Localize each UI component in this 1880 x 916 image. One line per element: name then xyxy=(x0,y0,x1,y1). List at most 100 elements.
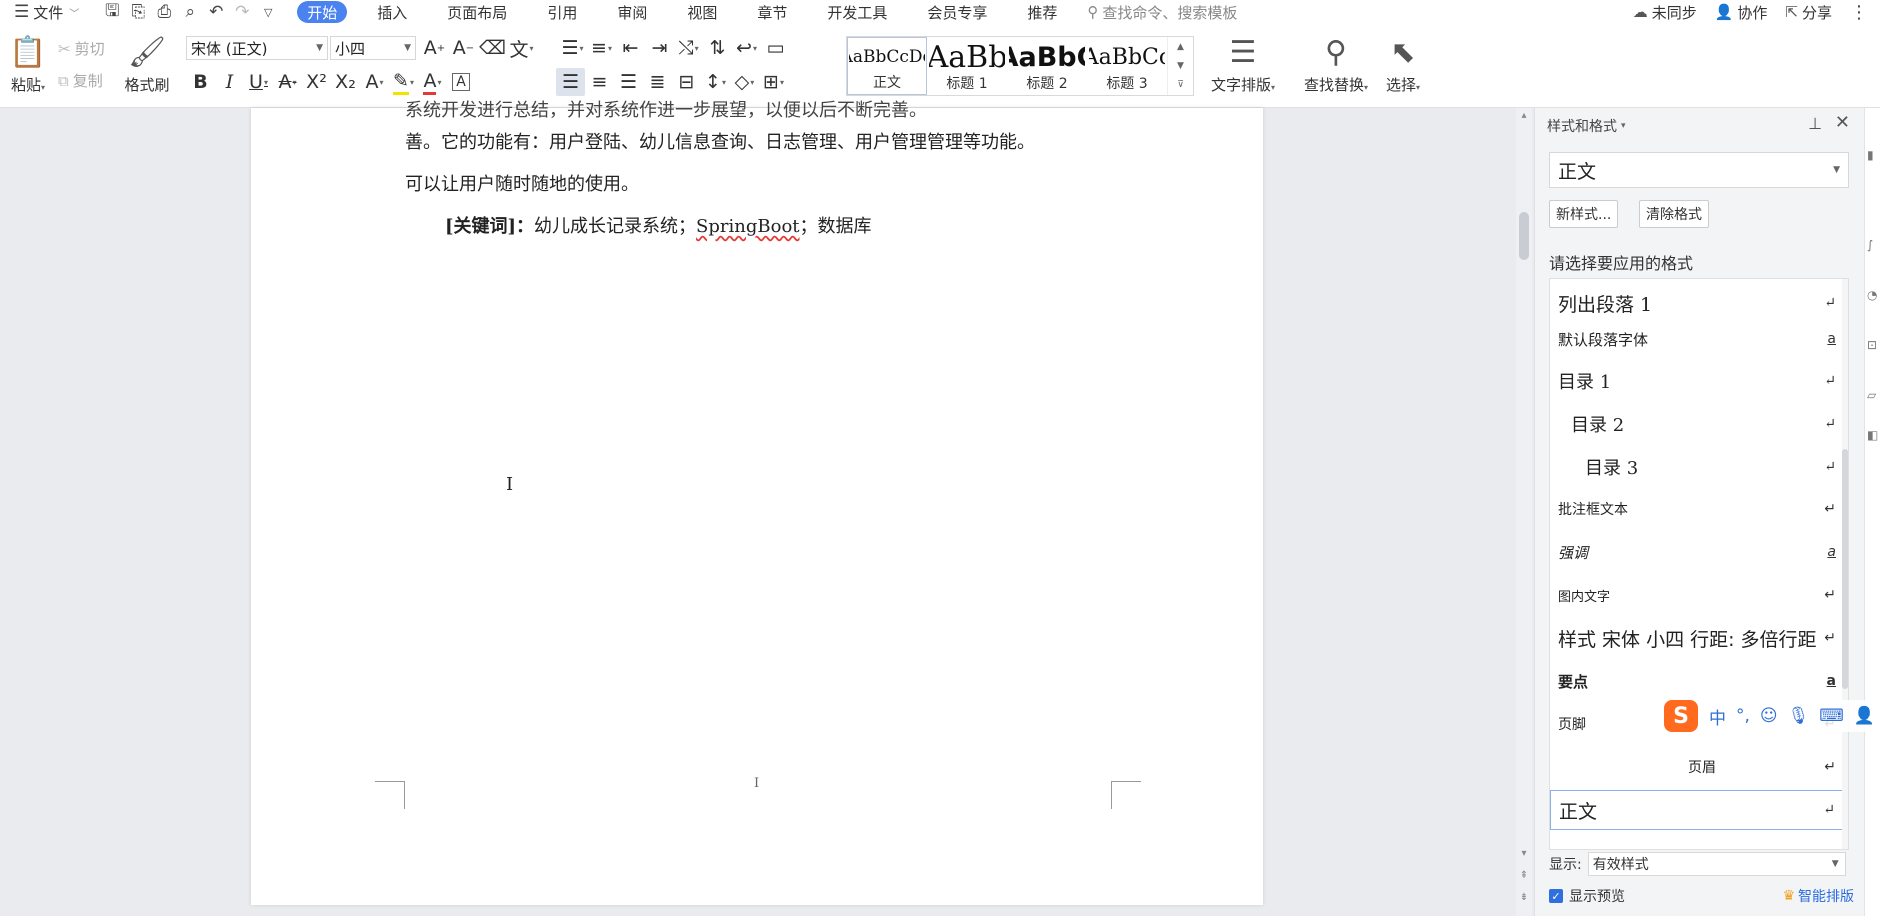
font-color-icon[interactable]: A ▾ xyxy=(418,68,447,96)
pin-icon[interactable]: ⊥ xyxy=(1808,114,1822,133)
side-tool-icon[interactable]: ◔ xyxy=(1867,288,1877,302)
tab-view[interactable]: 视图 xyxy=(667,0,737,24)
print-icon[interactable]: ⎙ xyxy=(151,0,177,24)
side-tool-icon[interactable]: ▱ xyxy=(1867,388,1876,402)
decrease-indent-icon[interactable]: ⇤ xyxy=(616,34,645,62)
sync-button[interactable]: ☁ 未同步 xyxy=(1633,2,1697,23)
style-heading2[interactable]: AaBbC 标题 2 xyxy=(1007,37,1087,95)
list-item[interactable]: 默认段落字体 a xyxy=(1550,319,1846,359)
line-break-icon[interactable]: ↩ ▾ xyxy=(732,34,761,62)
list-item[interactable]: 列出段落 1 ↵ xyxy=(1550,283,1846,323)
underline-icon[interactable]: U ▾ xyxy=(244,68,273,96)
phonetic-icon[interactable]: 文 ▾ xyxy=(507,34,536,62)
tab-page-layout[interactable]: 页面布局 xyxy=(427,0,527,24)
line-spacing-icon[interactable]: ↕ ▾ xyxy=(701,68,730,96)
superscript-icon[interactable]: X² xyxy=(302,68,331,96)
highlight-icon[interactable]: ✎ ▾ xyxy=(389,68,418,96)
tab-recommend[interactable]: 推荐 xyxy=(1007,0,1077,24)
italic-icon[interactable]: I xyxy=(215,68,244,96)
bullet-list-icon[interactable]: ☰ ▾ xyxy=(558,34,587,62)
current-style-select[interactable]: 正文 ▼ xyxy=(1549,152,1849,188)
print-preview-icon[interactable]: ⌕ xyxy=(177,0,203,24)
list-item[interactable]: 页眉 ↵ xyxy=(1550,747,1846,787)
customize-icon[interactable]: ▽ xyxy=(255,0,281,24)
distribute-icon[interactable]: ⊟ xyxy=(672,68,701,96)
font-size-select[interactable]: 小四 ▼ xyxy=(330,36,416,60)
scroll-up-icon[interactable]: ▴ xyxy=(1516,110,1532,121)
sort-icon[interactable]: ⇅ xyxy=(703,34,732,62)
tab-section[interactable]: 章节 xyxy=(737,0,807,24)
save-as-icon[interactable]: ⎘ xyxy=(125,0,151,24)
style-heading1[interactable]: AaBb 标题 1 xyxy=(927,37,1007,95)
text-effect-icon[interactable]: A ▾ xyxy=(360,68,389,96)
save-icon[interactable]: 🖫 xyxy=(99,0,125,24)
text-direction-icon[interactable]: ⤭ ▾ xyxy=(674,34,703,62)
document-scrollbar[interactable]: ▴ ▾ ⇞ ⇟ xyxy=(1516,108,1532,916)
style-heading3[interactable]: AaBbCc 标题 3 xyxy=(1087,37,1167,95)
increase-indent-icon[interactable]: ⇥ xyxy=(645,34,674,62)
list-item[interactable]: 目录 3 ↵ xyxy=(1550,447,1846,487)
tab-insert[interactable]: 插入 xyxy=(357,0,427,24)
show-filter-select[interactable]: 有效样式 ▼ xyxy=(1587,852,1846,876)
more-icon[interactable]: ⋮ xyxy=(1850,2,1868,23)
tab-references[interactable]: 引用 xyxy=(527,0,597,24)
select-button[interactable]: ⬉ 选择▾ xyxy=(1380,30,1426,95)
borders-icon[interactable]: ⊞ ▾ xyxy=(759,68,788,96)
chevron-up-icon[interactable]: ▲ xyxy=(1177,42,1184,52)
clear-format-icon[interactable]: ⌫ xyxy=(478,34,507,62)
undo-icon[interactable]: ↶ xyxy=(203,0,229,24)
next-page-icon[interactable]: ⇟ xyxy=(1516,892,1532,903)
list-item[interactable]: 图内文字 ↵ xyxy=(1550,575,1846,615)
list-item[interactable]: 样式 宋体 小四 行距: 多倍行距 ↵ xyxy=(1550,618,1846,658)
ime-mode-toggle[interactable]: 中 xyxy=(1709,704,1726,729)
tab-developer[interactable]: 开发工具 xyxy=(807,0,907,24)
list-item-selected[interactable]: 正文 ↵ xyxy=(1550,790,1846,830)
document-area[interactable]: 系统开发进行总结，并对系统作进一步展望，以便以后不断完善。 善。它的功能有：用户… xyxy=(0,100,1520,916)
justify-icon[interactable]: ≣ xyxy=(643,68,672,96)
list-item[interactable]: 强调 a xyxy=(1550,532,1846,572)
subscript-icon[interactable]: X₂ xyxy=(331,68,360,96)
styles-pane-title[interactable]: 样式和格式 ▾ xyxy=(1547,116,1626,136)
text-layout-button[interactable]: ☰ 文字排版▾ xyxy=(1208,30,1278,95)
ruler-icon[interactable]: ▭ xyxy=(761,34,790,62)
file-menu[interactable]: ☰ 文件 ﹀ xyxy=(0,0,87,24)
share-button[interactable]: ⇱ 分享 xyxy=(1785,2,1832,23)
font-name-select[interactable]: 宋体 (正文) ▼ xyxy=(186,36,328,60)
keyboard-icon[interactable]: ⌨ xyxy=(1819,706,1844,726)
paste-button[interactable]: 📋 粘贴▾ xyxy=(8,30,48,95)
style-gallery-scroll[interactable]: ▲ ▼ ⊽ xyxy=(1167,37,1193,95)
tab-review[interactable]: 审阅 xyxy=(597,0,667,24)
punctuation-icon[interactable]: °, xyxy=(1736,706,1750,726)
align-left-icon[interactable]: ☰ xyxy=(556,68,585,96)
numbered-list-icon[interactable]: ≡ ▾ xyxy=(587,34,616,62)
chevron-down-icon[interactable]: ▼ xyxy=(1177,61,1184,71)
list-item[interactable]: 目录 1 ↵ xyxy=(1550,361,1846,401)
format-painter-button[interactable]: 🖌 格式刷 xyxy=(122,30,172,95)
shading-icon[interactable]: ◇ ▾ xyxy=(730,68,759,96)
list-item[interactable]: 目录 2 ↵ xyxy=(1550,404,1846,444)
copy-button[interactable]: ⧉ 复制 xyxy=(58,70,103,91)
align-center-icon[interactable]: ≡ xyxy=(585,68,614,96)
shrink-font-icon[interactable]: A − xyxy=(449,34,478,62)
list-item[interactable]: 要点 a xyxy=(1550,661,1846,701)
command-search[interactable]: ⚲ 查找命令、搜索模板 xyxy=(1087,2,1237,23)
style-list-scrollbar[interactable] xyxy=(1842,279,1848,849)
scroll-down-icon[interactable]: ▾ xyxy=(1516,848,1532,859)
grow-font-icon[interactable]: A + xyxy=(420,34,449,62)
microphone-icon[interactable]: 🎙 xyxy=(1788,706,1810,726)
side-tool-icon[interactable]: ◧ xyxy=(1867,428,1878,442)
char-border-icon[interactable]: A xyxy=(452,73,470,91)
side-tool-icon[interactable]: ▮ xyxy=(1867,148,1874,162)
clear-format-button[interactable]: 清除格式 xyxy=(1639,200,1709,228)
new-style-button[interactable]: 新样式... xyxy=(1549,200,1619,228)
scrollbar-thumb[interactable] xyxy=(1519,212,1529,260)
document-page[interactable]: 系统开发进行总结，并对系统作进一步展望，以便以后不断完善。 善。它的功能有：用户… xyxy=(251,100,1263,905)
scrollbar-thumb[interactable] xyxy=(1842,449,1848,689)
emoji-icon[interactable]: ☺ xyxy=(1760,706,1778,726)
cut-button[interactable]: ✂ 剪切 xyxy=(58,38,105,59)
redo-icon[interactable]: ↷ xyxy=(229,0,255,24)
ime-logo-icon[interactable]: S xyxy=(1664,700,1698,732)
prev-page-icon[interactable]: ⇞ xyxy=(1516,870,1532,881)
user-icon[interactable]: 👤 xyxy=(1854,706,1875,726)
bold-icon[interactable]: B xyxy=(186,68,215,96)
